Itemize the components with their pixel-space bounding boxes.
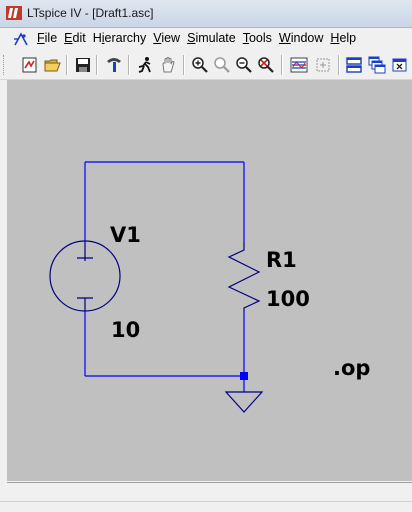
cascade-icon (368, 56, 386, 74)
tile-horizontal-button[interactable] (344, 55, 364, 75)
menu-item-2[interactable]: Hierarchy (92, 31, 153, 45)
menu-item-7[interactable]: Help (329, 31, 362, 45)
tile-horizontal-icon (346, 57, 362, 73)
status-bar (7, 482, 412, 501)
zoom-pan-icon (214, 57, 230, 73)
menu-items: File Edit Hierarchy View Simulate Tools Window… (36, 31, 362, 45)
cascade-button[interactable] (367, 55, 387, 75)
schematic-drawing[interactable]: V1 10 R1 100 .op (7, 80, 412, 481)
zoom-in-icon (192, 57, 208, 73)
zoom-fit-button[interactable] (256, 55, 276, 75)
menu-item-4[interactable]: Simulate (186, 31, 242, 45)
toolbar (0, 51, 412, 80)
autorange-icon (316, 58, 330, 72)
close-all-icon (392, 58, 407, 72)
menu-item-3[interactable]: View (152, 31, 186, 45)
save-button[interactable] (73, 55, 93, 75)
toolbar-separator (66, 55, 67, 75)
v1-value-label[interactable]: 10 (111, 318, 140, 342)
toolbar-separator (183, 55, 184, 75)
r1-name-label[interactable]: R1 (266, 248, 297, 272)
ltspice-logo-icon (6, 6, 22, 20)
save-icon (76, 58, 90, 72)
zoom-out-button[interactable] (234, 55, 254, 75)
control-panel-icon (107, 58, 121, 72)
toolbar-separator (281, 55, 282, 75)
open-button[interactable] (43, 55, 63, 75)
open-icon (44, 59, 61, 72)
menu-item-0[interactable]: File (36, 31, 63, 45)
new-schematic-button[interactable] (20, 55, 40, 75)
voltage-source-v1[interactable] (49, 240, 121, 312)
resistor-r1[interactable] (227, 242, 261, 312)
toolbar-grip[interactable] (3, 55, 7, 75)
schematic-doc-icon[interactable] (12, 31, 30, 47)
mdi-frame-left (0, 80, 7, 481)
waveform-icon (290, 57, 308, 73)
ltspice-window: LTspice IV - [Draft1.asc] File Edit Hierar… (0, 0, 412, 512)
junction-dot[interactable] (240, 372, 248, 380)
wires[interactable] (84, 161, 245, 392)
title-bar[interactable]: LTspice IV - [Draft1.asc] (0, 0, 412, 28)
op-directive[interactable]: .op (333, 356, 370, 380)
toolbar-separator (96, 55, 97, 75)
ground-symbol[interactable] (224, 391, 264, 413)
menu-bar: File Edit Hierarchy View Simulate Tools Window… (0, 28, 412, 50)
schematic-canvas[interactable]: V1 10 R1 100 .op (7, 80, 412, 481)
menu-item-5[interactable]: Tools (242, 31, 278, 45)
new-schematic-icon (22, 57, 37, 73)
autorange-button[interactable] (313, 55, 333, 75)
run-icon (138, 57, 151, 73)
menu-item-6[interactable]: Window (278, 31, 329, 45)
zoom-fit-icon (258, 57, 274, 73)
run-button[interactable] (135, 55, 155, 75)
r1-value-label[interactable]: 100 (266, 287, 310, 311)
toolbar-separator (128, 55, 129, 75)
toolbar-separator (338, 55, 339, 75)
zoom-pan-button[interactable] (212, 55, 232, 75)
halt-icon (162, 57, 175, 73)
control-panel-button[interactable] (104, 55, 124, 75)
zoom-out-icon (236, 57, 252, 73)
zoom-in-button[interactable] (190, 55, 210, 75)
halt-button[interactable] (158, 55, 178, 75)
window-title: LTspice IV - [Draft1.asc] (27, 6, 154, 20)
waveform-button[interactable] (289, 55, 309, 75)
close-all-button[interactable] (390, 55, 410, 75)
v1-name-label[interactable]: V1 (110, 223, 141, 247)
window-bottom-edge (0, 501, 412, 512)
menu-item-1[interactable]: Edit (63, 31, 92, 45)
